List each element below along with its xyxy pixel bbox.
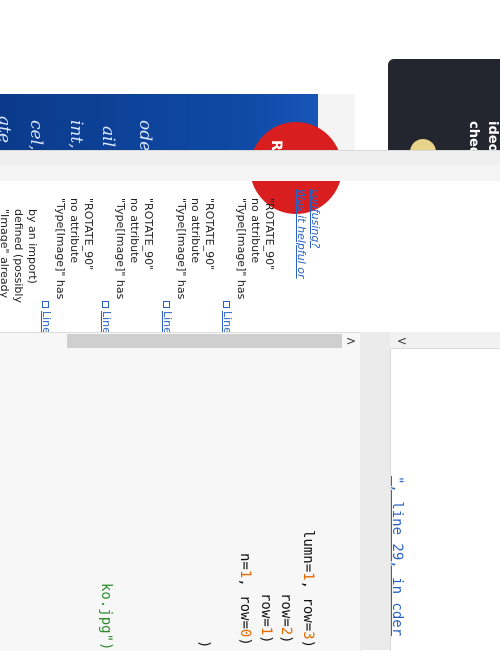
issue-icon [163, 301, 171, 308]
promo-line: ideos [485, 121, 500, 153]
problem-text: "Type[Image]" has [114, 198, 127, 300]
horizontal-scrollbar[interactable] [67, 334, 342, 348]
traceback-link[interactable]: ", line 29, in cder [389, 476, 405, 636]
banner-word: int, [66, 120, 86, 149]
problems-panel: "Image" already defined (possibly by an … [0, 181, 360, 355]
problem-text: "Image" already [0, 209, 11, 299]
separator-bar [0, 150, 500, 166]
code-line: lumn=1, row=3) [300, 530, 316, 649]
issue-icon [223, 301, 231, 308]
output-pane[interactable] [390, 332, 500, 651]
problem-text: no attribute [249, 198, 262, 264]
promo-card[interactable]: ched ideos [388, 59, 500, 153]
problem-text: "Type[Image]" has [175, 198, 188, 300]
problem-text: no attribute [68, 198, 81, 264]
banner-word: ate [0, 116, 14, 144]
banner-word: cel, [26, 120, 46, 151]
scroll-right-arrow-icon[interactable]: > [346, 334, 358, 348]
code-line: n=1, row=0) [237, 553, 253, 646]
feedback-link[interactable]: Was it helpful or [295, 189, 308, 279]
issue-icon [42, 301, 50, 308]
problem-text: "ROTATE_90" [263, 198, 276, 271]
panel-gap [0, 165, 500, 181]
feedback-link[interactable]: confusing? [309, 189, 322, 248]
problem-text: "Type[Image]" has [235, 198, 248, 300]
problem-intro: defined (possibly [12, 209, 25, 303]
problem-text: by an import) [26, 209, 39, 284]
code-line: ) [196, 640, 212, 649]
pane-divider[interactable] [360, 332, 390, 650]
problem-text: no attribute [128, 198, 141, 264]
problem-text: "Type[Image]" has [54, 198, 67, 300]
problem-intro: "Image" already [0, 209, 11, 299]
scroll-left-arrow-icon[interactable]: < [397, 334, 407, 348]
problem-text: "ROTATE_90" [82, 198, 95, 271]
problem-intro: by an import) [26, 209, 39, 284]
problem-text: defined (possibly [12, 209, 25, 303]
problem-text: "ROTATE_90" [142, 198, 155, 271]
code-line: ko.jpg") [98, 583, 114, 651]
problem-text: no attribute [189, 198, 202, 264]
banner-word: ode [135, 120, 155, 152]
banner-word: ail [98, 126, 118, 148]
code-line: row=1) [258, 593, 274, 644]
issue-icon [102, 301, 110, 308]
promo-line: ched [466, 121, 481, 153]
problem-text: "ROTATE_90" [203, 198, 216, 271]
code-line: row=2) [278, 593, 294, 644]
